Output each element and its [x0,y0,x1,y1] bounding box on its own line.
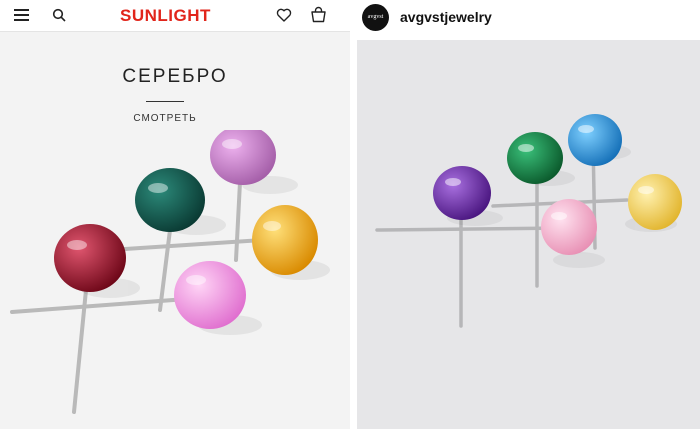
gem-yellow [252,205,318,275]
gem-red [54,224,126,292]
gem-blue [568,114,622,166]
gem-green [507,132,563,184]
gem-green [135,168,205,232]
panel-divider [350,0,357,429]
instagram-post: avgvst avgvstjewelry [357,0,700,429]
username[interactable]: avgvstjewelry [400,9,492,25]
gem-purple [433,166,491,220]
product-photo-earrings [10,130,330,414]
gem-yellow [628,174,682,230]
site-header: SUNLIGHT [0,0,350,32]
menu-icon[interactable] [14,9,29,21]
gem-pink [541,199,597,255]
search-icon[interactable] [52,8,66,22]
post-photo-earrings [357,40,700,429]
brand-logo[interactable]: SUNLIGHT [120,6,211,26]
promo-title: СЕРЕБРО [122,66,228,87]
bag-icon[interactable] [310,6,327,23]
gem-pink [174,261,246,329]
promo-link[interactable]: СМОТРЕТЬ [0,113,330,124]
promo-divider [146,101,184,102]
heart-icon[interactable] [276,7,292,23]
sunlight-page: SUNLIGHT СЕРЕБРО СМОТРЕТЬ [0,0,350,429]
avatar[interactable]: avgvst [362,4,389,31]
